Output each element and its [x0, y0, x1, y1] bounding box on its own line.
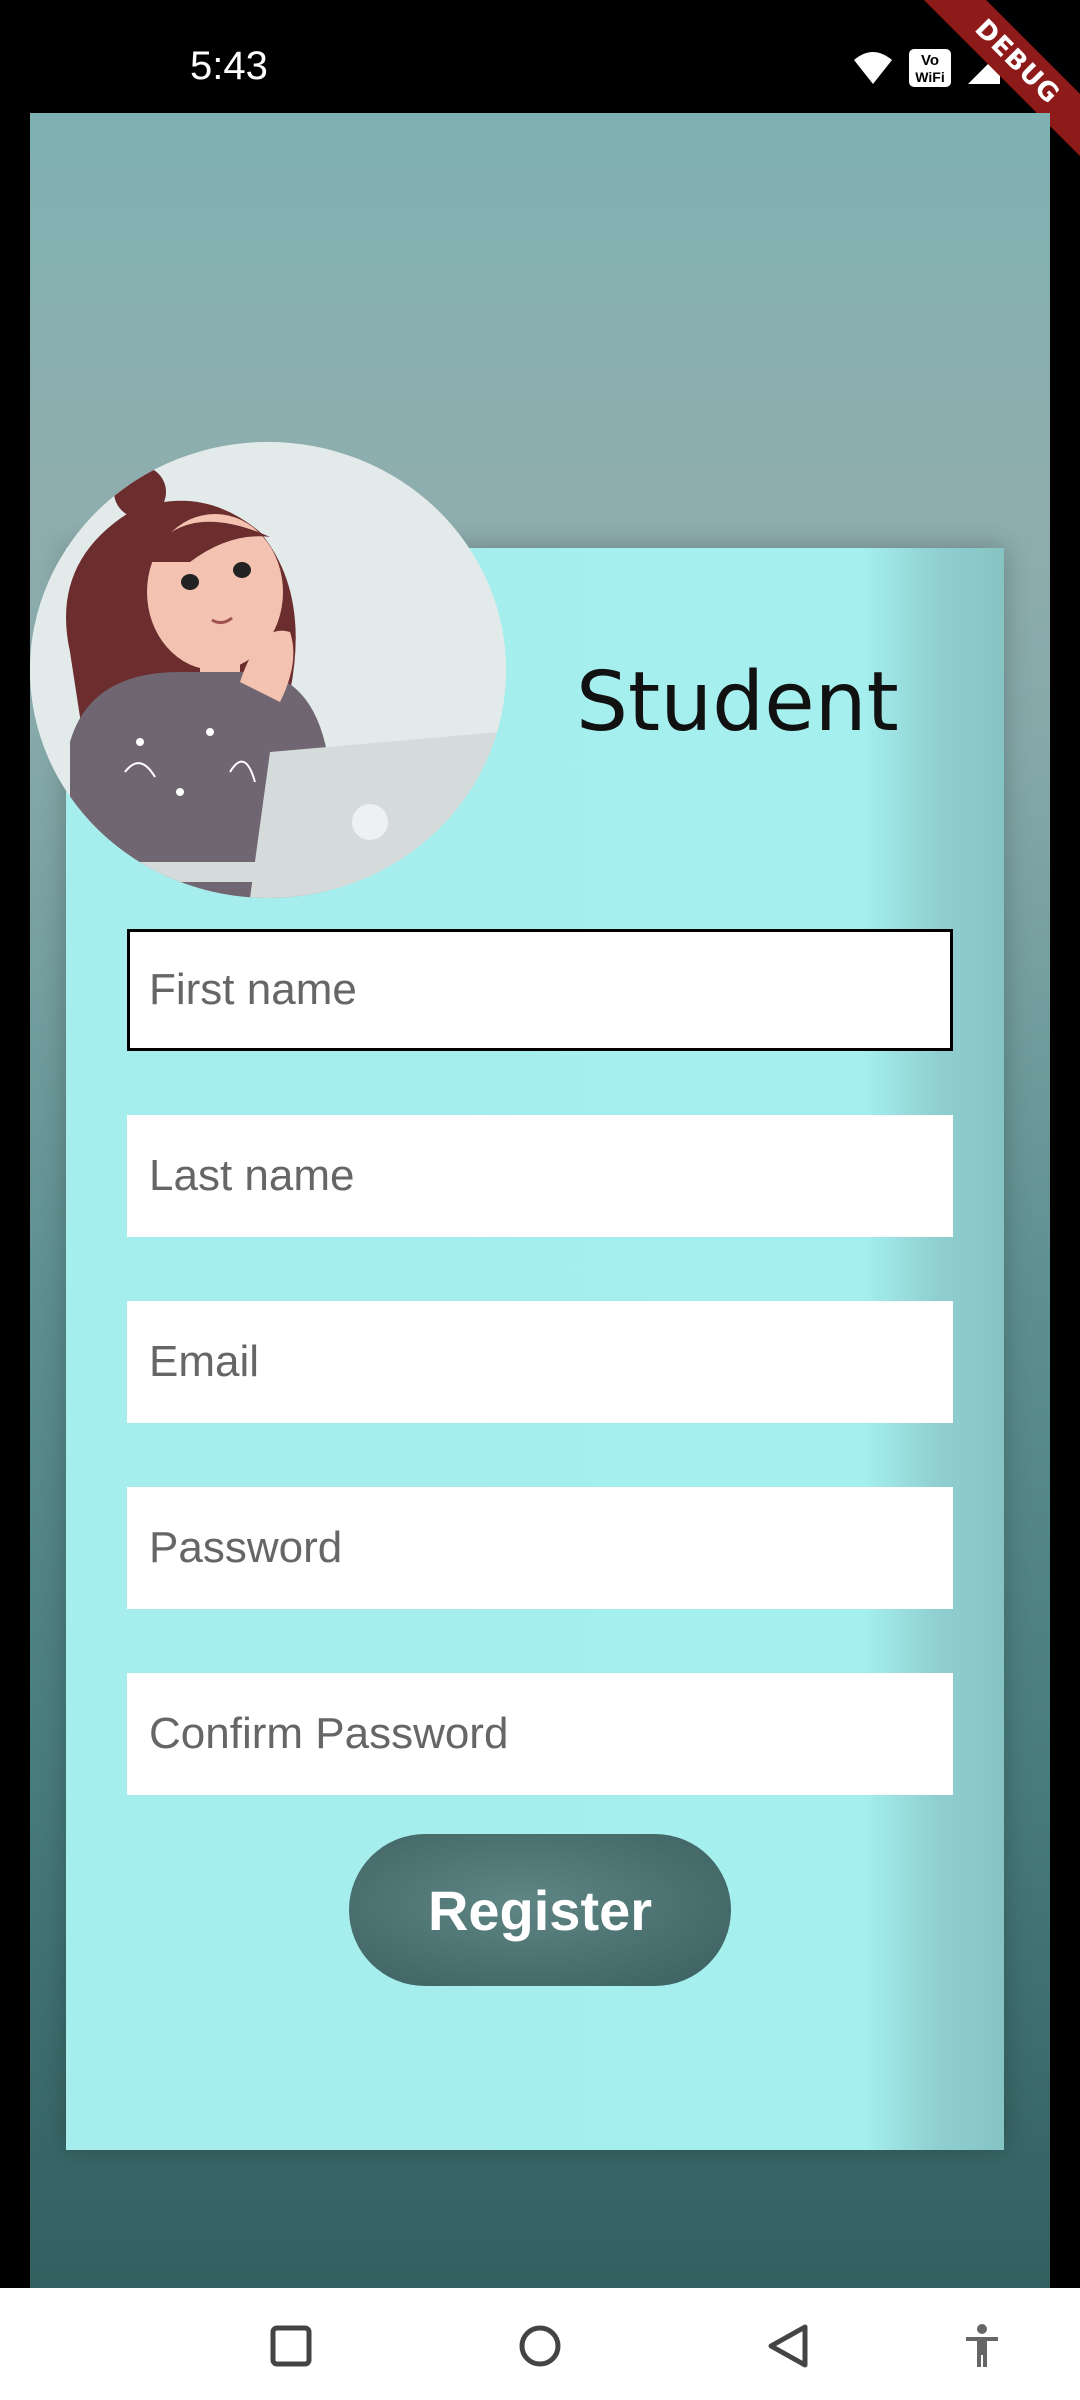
status-bar: 5:43 Vo WiFi DEBUG [0, 0, 1080, 166]
first-name-field[interactable] [127, 929, 953, 1051]
recents-square-icon[interactable] [261, 2316, 321, 2376]
vowifi-text-bottom: WiFi [915, 69, 944, 85]
email-field[interactable] [127, 1301, 953, 1423]
student-avatar-illustration [30, 442, 506, 898]
home-circle-icon[interactable] [510, 2316, 570, 2376]
register-button[interactable]: Register [349, 1834, 731, 1986]
wifi-icon [852, 50, 894, 91]
screen: 5:43 Vo WiFi DEBUG Student First name La… [0, 0, 1080, 2400]
vowifi-icon: Vo WiFi [908, 48, 952, 93]
last-name-field[interactable] [127, 1115, 953, 1237]
confirm-password-field[interactable] [127, 1673, 953, 1795]
card-title: Student [576, 655, 899, 750]
vowifi-text-top: Vo [921, 52, 939, 69]
status-time: 5:43 [190, 44, 268, 88]
system-nav-bar [0, 2288, 1080, 2400]
accessibility-icon[interactable] [952, 2316, 1012, 2376]
password-field[interactable] [127, 1487, 953, 1609]
back-triangle-icon[interactable] [758, 2316, 818, 2376]
